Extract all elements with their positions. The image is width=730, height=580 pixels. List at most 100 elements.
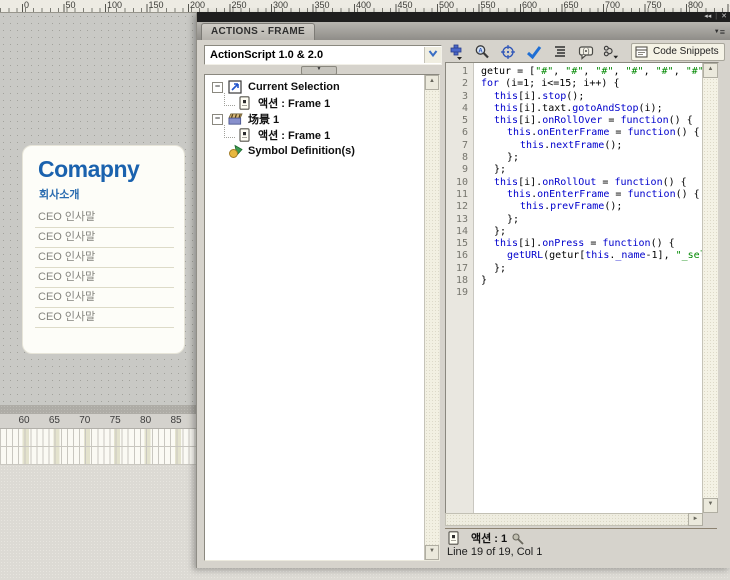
code-line[interactable]: this.onEnterFrame = function() { — [481, 127, 702, 139]
ruler-label: 400 — [356, 0, 371, 10]
ruler-label: 100 — [107, 0, 122, 10]
collapse-to-icons-button[interactable]: ◂◂ — [704, 13, 711, 21]
script-navigator-tree: − Current Selection 액션 : Frame 1−场景 1액션 : … — [204, 74, 440, 561]
ruler-label: 750 — [647, 0, 662, 10]
editor-vertical-scrollbar[interactable]: ▲ ▼ — [702, 63, 718, 513]
tree-item-label: 액션 : Frame 1 — [258, 95, 330, 111]
collapse-toggle-icon[interactable]: − — [212, 114, 223, 125]
tree-scrollbar[interactable]: ▲ ▼ — [424, 75, 439, 560]
code-line[interactable]: getURL(getur[this._name-1], "_self"); — [481, 250, 702, 262]
script-page-icon — [238, 128, 253, 142]
code-line[interactable]: this.nextFrame(); — [481, 140, 702, 152]
dropdown-value: ActionScript 1.0 & 2.0 — [205, 49, 424, 61]
scroll-right-icon[interactable]: ► — [688, 513, 703, 526]
code-line[interactable]: this[i].onRollOut = function() { — [481, 177, 702, 189]
frame-number-label: 70 — [75, 415, 95, 426]
scroll-up-icon[interactable]: ▲ — [425, 75, 439, 90]
editor-horizontal-scrollbar[interactable]: ► — [445, 513, 717, 526]
code-line[interactable]: }; — [481, 164, 702, 176]
debug-options-icon[interactable] — [603, 43, 620, 60]
code-line[interactable]: this.prevFrame(); — [481, 201, 702, 213]
ruler-label: 250 — [232, 0, 247, 10]
collapse-toggle-icon[interactable]: − — [212, 82, 223, 93]
chevron-down-icon — [427, 46, 439, 64]
pin-script-icon[interactable] — [511, 532, 525, 545]
ruler-label: 550 — [481, 0, 496, 10]
script-tab[interactable]: 액션 : 1 — [471, 530, 507, 546]
code-snippets-button[interactable]: Code Snippets — [631, 43, 725, 61]
code-line[interactable]: }; — [481, 226, 702, 238]
actions-toolbar: A(•) Code Snippets ? — [447, 42, 729, 61]
ruler-label: 500 — [439, 0, 454, 10]
hscroll-track[interactable] — [445, 513, 688, 526]
tree-item-label: 액션 : Frame 1 — [258, 127, 330, 143]
code-line[interactable]: for (i=1; i<=15; i++) { — [481, 78, 702, 90]
tree-item[interactable]: − Current Selection — [205, 79, 424, 95]
code-line[interactable]: this[i].onRollOver = function() { — [481, 115, 702, 127]
card-menu-item[interactable]: CEO 인사말 — [35, 308, 174, 328]
ruler-label: 150 — [149, 0, 164, 10]
card-menu-item[interactable]: CEO 인사말 — [35, 288, 174, 308]
card-menu-item[interactable]: CEO 인사말 — [35, 248, 174, 268]
line-number: 14 — [446, 226, 468, 238]
code-line[interactable]: }; — [481, 152, 702, 164]
code-lines[interactable]: getur = ["#", "#", "#", "#", "#", "#", "… — [474, 63, 702, 513]
scroll-down-icon[interactable]: ▼ — [703, 498, 718, 513]
scroll-down-icon[interactable]: ▼ — [425, 545, 439, 560]
tree-item-label: Current Selection — [248, 81, 340, 93]
script-version-dropdown[interactable]: ActionScript 1.0 & 2.0 — [204, 45, 442, 65]
tree-item[interactable]: 액션 : Frame 1 — [205, 127, 424, 143]
code-line[interactable] — [481, 287, 702, 299]
svg-text:(•): (•) — [582, 48, 589, 55]
line-number: 9 — [446, 164, 468, 176]
panel-menu-lines-icon: ≡ — [720, 27, 725, 37]
insert-target-path-icon[interactable] — [499, 43, 516, 60]
panel-title-bar: ◂◂ | ✕ — [197, 12, 730, 22]
frame-number-label: 65 — [44, 415, 64, 426]
editor-scroll-track[interactable] — [703, 78, 718, 498]
ruler-label: 0 — [24, 0, 29, 10]
line-number: 11 — [446, 189, 468, 201]
code-line[interactable]: this[i].stop(); — [481, 91, 702, 103]
check-syntax-icon[interactable] — [525, 43, 542, 60]
scroll-up-icon[interactable]: ▲ — [703, 63, 718, 78]
ruler-label: 600 — [522, 0, 537, 10]
code-line[interactable]: } — [481, 275, 702, 287]
add-script-icon[interactable] — [447, 43, 464, 60]
line-number: 10 — [446, 177, 468, 189]
tree-scroll-track[interactable] — [425, 90, 439, 545]
panel-body: ActionScript 1.0 & 2.0 A (•) Code Snippet… — [197, 40, 730, 568]
ruler-label: 650 — [564, 0, 579, 10]
tree-list: − Current Selection 액션 : Frame 1−场景 1액션 : … — [205, 79, 424, 159]
code-line[interactable]: }; — [481, 214, 702, 226]
code-line[interactable]: this[i].onPress = function() { — [481, 238, 702, 250]
ruler-label: 300 — [273, 0, 288, 10]
card-menu-item[interactable]: CEO 인사말 — [35, 268, 174, 288]
code-line[interactable]: getur = ["#", "#", "#", "#", "#", "#", "… — [481, 66, 702, 78]
script-editor: 12345678910111213141516171819 getur = ["… — [445, 62, 719, 514]
svg-text:A: A — [478, 48, 483, 54]
card-menu-item[interactable]: CEO 인사말 — [35, 228, 174, 248]
tree-item[interactable]: Symbol Definition(s) — [205, 143, 424, 159]
toolbar-left-icons: A (•) — [447, 43, 620, 60]
auto-format-icon[interactable] — [551, 43, 568, 60]
line-number: 1 — [446, 66, 468, 78]
card-menu-item[interactable]: CEO 인사말 — [35, 208, 174, 228]
tree-item[interactable]: −场景 1 — [205, 111, 424, 127]
tree-item[interactable]: 액션 : Frame 1 — [205, 95, 424, 111]
close-panel-button[interactable]: ✕ — [721, 13, 727, 21]
line-number: 12 — [446, 201, 468, 213]
ruler-label: 200 — [190, 0, 205, 10]
dropdown-arrow-button[interactable] — [424, 47, 441, 63]
ruler-label: 450 — [398, 0, 413, 10]
status-bar: Line 19 of 19, Col 1 — [447, 546, 542, 558]
show-code-hint-icon[interactable]: (•) — [577, 43, 594, 60]
find-icon[interactable]: A — [473, 43, 490, 60]
code-line[interactable]: }; — [481, 263, 702, 275]
stage-menu-card[interactable]: Comapny 회사소개 CEO 인사말CEO 인사말CEO 인사말CEO 인사… — [22, 145, 185, 354]
panel-menu-button[interactable]: ▼≡ — [714, 28, 725, 37]
ruler-label: 350 — [315, 0, 330, 10]
tab-actions-frame[interactable]: ACTIONS - FRAME — [201, 23, 315, 40]
code-line[interactable]: this[i].taxt.gotoAndStop(i); — [481, 103, 702, 115]
code-line[interactable]: this.onEnterFrame = function() { — [481, 189, 702, 201]
